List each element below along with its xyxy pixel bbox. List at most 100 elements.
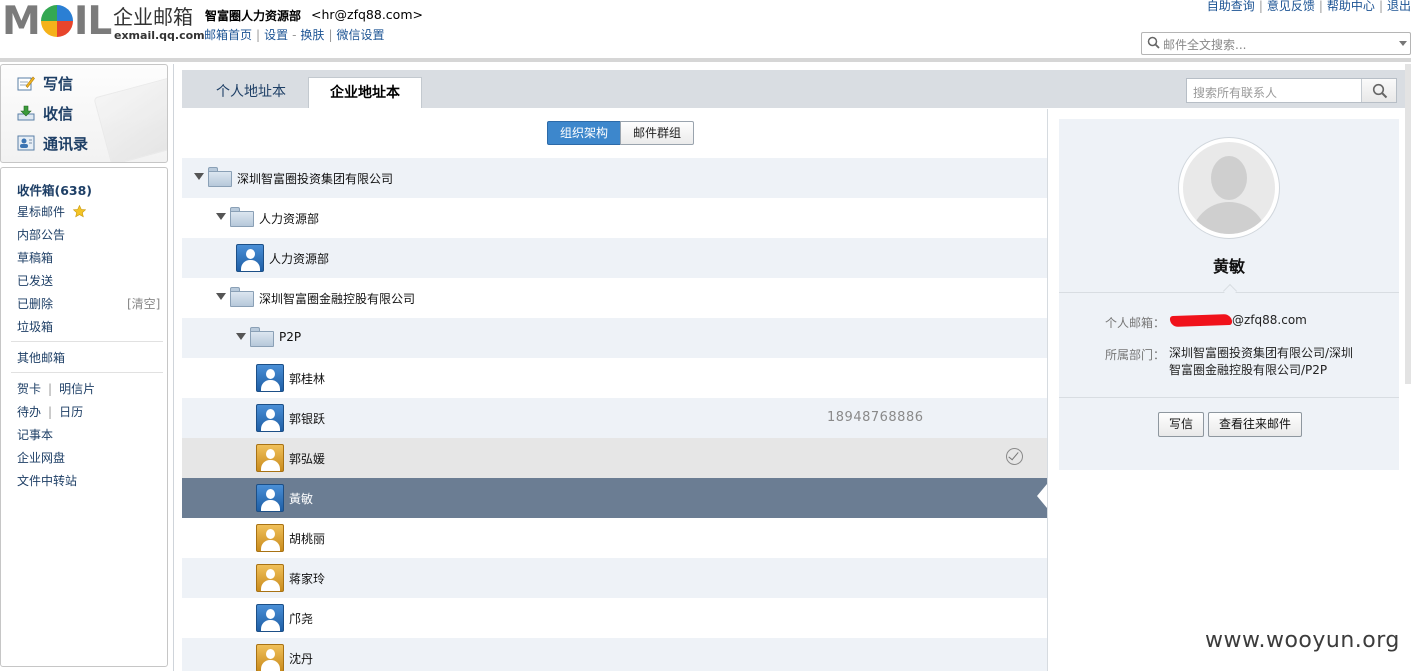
- folder-spam[interactable]: 垃圾箱: [17, 318, 53, 335]
- contact-avatar-icon: [256, 604, 284, 632]
- expand-triangle-icon[interactable]: [194, 173, 204, 180]
- compose-button[interactable]: 写信: [17, 74, 73, 94]
- fulltext-search-placeholder: 邮件全文搜索...: [1163, 38, 1247, 52]
- address-book-panel: 个人地址本 企业地址本 搜索所有联系人 组织架构 邮件群组 深圳智富圈投资集团有…: [173, 64, 1411, 671]
- header: M IL 企业邮箱 exmail.qq.com 智富圈人力资源部 <hr@zfq8…: [0, 0, 1411, 62]
- contacts-button[interactable]: 通讯录: [17, 134, 88, 154]
- link-mail-home[interactable]: 邮箱首页: [204, 28, 252, 42]
- expand-triangle-icon[interactable]: [236, 333, 246, 340]
- brand-logo[interactable]: M IL 企业邮箱 exmail.qq.com: [0, 0, 205, 44]
- org-tree-node[interactable]: 深圳智富圈投资集团有限公司: [182, 158, 1047, 198]
- folder-icon: [230, 287, 254, 307]
- contact-avatar-icon: [256, 564, 284, 592]
- link-logout[interactable]: 退出: [1387, 0, 1411, 13]
- inbox-download-icon: [17, 105, 35, 121]
- org-tree-node[interactable]: 深圳智富圈金融控股有限公司: [182, 278, 1047, 318]
- folder-announcements[interactable]: 内部公告: [17, 226, 65, 243]
- watermark: www.wooyun.org: [1205, 628, 1400, 653]
- header-divider: [0, 58, 1411, 62]
- redaction-mark: [1169, 313, 1233, 328]
- org-node-label: 人力资源部: [259, 212, 320, 226]
- mail-groups-toggle[interactable]: 邮件群组: [620, 121, 694, 145]
- contact-row[interactable]: 蒋家玲: [182, 558, 1047, 598]
- fulltext-search-input[interactable]: 邮件全文搜索...: [1141, 32, 1411, 55]
- chevron-down-icon[interactable]: [1399, 41, 1407, 46]
- org-tree-node[interactable]: P2P: [182, 318, 1047, 358]
- folder-deleted[interactable]: 已删除: [17, 295, 53, 312]
- expand-triangle-icon[interactable]: [216, 293, 226, 300]
- folder-starred[interactable]: 星标邮件: [17, 203, 87, 220]
- link-self-service[interactable]: 自助查询: [1207, 0, 1255, 13]
- link-file-transfer[interactable]: 文件中转站: [17, 472, 77, 489]
- contact-name-label: 邝尧: [289, 612, 314, 626]
- org-tree-node[interactable]: 人力资源部: [182, 198, 1047, 238]
- receive-button[interactable]: 收信: [17, 104, 73, 124]
- select-check-icon[interactable]: [1006, 448, 1023, 465]
- contact-avatar-icon: [256, 444, 284, 472]
- contact-name-label: 沈丹: [289, 652, 314, 666]
- link-postcard[interactable]: 明信片: [59, 382, 95, 396]
- contact-row[interactable]: 郭银跃 18948768886: [182, 398, 1047, 438]
- receive-label: 收信: [43, 105, 74, 123]
- write-mail-button[interactable]: 写信: [1158, 412, 1204, 437]
- folder-icon: [250, 327, 274, 347]
- contact-detail-card: 黄敏 个人邮箱： @zfq88.com 所属部门： 深圳智富圈投资集团有限公司/…: [1059, 119, 1399, 470]
- link-skin[interactable]: 换肤: [300, 28, 324, 42]
- org-structure-toggle[interactable]: 组织架构: [547, 121, 621, 145]
- scrollbar[interactable]: [1405, 64, 1411, 384]
- link-settings[interactable]: 设置: [264, 28, 288, 42]
- department-label: 所属部门：: [1105, 348, 1166, 362]
- avatar: [1178, 137, 1280, 239]
- contact-row[interactable]: 沈丹: [182, 638, 1047, 671]
- contact-name: 黄敏: [1212, 257, 1245, 276]
- link-feedback[interactable]: 意见反馈: [1267, 0, 1315, 13]
- tab-personal-address-book[interactable]: 个人地址本: [198, 77, 304, 108]
- link-wechat-settings[interactable]: 微信设置: [336, 28, 384, 42]
- expand-triangle-icon[interactable]: [216, 213, 226, 220]
- folder-inbox[interactable]: 收件箱(638): [17, 180, 92, 199]
- folder-drafts[interactable]: 草稿箱: [17, 249, 53, 266]
- contact-search-input[interactable]: 搜索所有联系人: [1186, 78, 1397, 103]
- department-line-2: 智富圈金融控股有限公司/P2P: [1169, 363, 1328, 377]
- org-node-label: 深圳智富圈投资集团有限公司: [237, 172, 394, 186]
- logo-mark: M IL: [2, 0, 112, 44]
- view-history-button[interactable]: 查看往来邮件: [1208, 412, 1302, 437]
- link-help[interactable]: 帮助中心: [1327, 0, 1375, 13]
- search-icon: [1372, 83, 1388, 99]
- tab-enterprise-address-book[interactable]: 企业地址本: [308, 77, 422, 108]
- contact-avatar-icon: [236, 244, 264, 272]
- contacts-label: 通讯录: [43, 135, 89, 153]
- divider: [11, 372, 163, 373]
- link-enterprise-disk[interactable]: 企业网盘: [17, 449, 65, 466]
- contact-search-placeholder: 搜索所有联系人: [1193, 86, 1278, 100]
- folder-sent[interactable]: 已发送: [17, 272, 53, 289]
- contact-avatar-icon: [256, 644, 284, 671]
- contact-avatar-icon: [256, 484, 284, 512]
- quick-actions-panel: 写信 收信 通讯录: [0, 64, 168, 163]
- contact-row[interactable]: 郭桂林: [182, 358, 1047, 398]
- compose-icon: [17, 76, 35, 91]
- contact-avatar-icon: [256, 524, 284, 552]
- clear-deleted-link[interactable]: [清空]: [127, 295, 160, 312]
- contact-search-button[interactable]: [1361, 79, 1396, 102]
- link-todo[interactable]: 待办: [17, 405, 41, 419]
- folder-other-mailboxes[interactable]: 其他邮箱: [17, 349, 65, 366]
- contact-row[interactable]: 黃敏: [182, 478, 1047, 518]
- tools-cards: 贺卡 | 明信片: [17, 382, 96, 396]
- email-value[interactable]: @zfq88.com: [1232, 312, 1307, 329]
- link-greeting-card[interactable]: 贺卡: [17, 382, 41, 396]
- contact-row[interactable]: 邝尧: [182, 598, 1047, 638]
- folder-icon: [230, 207, 254, 227]
- contact-row[interactable]: 人力资源部: [182, 238, 1047, 278]
- contact-row[interactable]: 郭弘媛: [182, 438, 1047, 478]
- envelope-decoration: [93, 74, 167, 162]
- link-calendar[interactable]: 日历: [59, 405, 83, 419]
- contact-name-label: 郭弘媛: [289, 452, 326, 466]
- contact-name-label: 郭桂林: [289, 372, 326, 386]
- folder-icon: [208, 167, 232, 187]
- contact-row[interactable]: 胡桃丽: [182, 518, 1047, 558]
- link-notes[interactable]: 记事本: [17, 426, 53, 443]
- star-icon: [72, 204, 87, 218]
- product-name: 企业邮箱: [113, 5, 193, 29]
- selection-pointer: [1037, 484, 1047, 508]
